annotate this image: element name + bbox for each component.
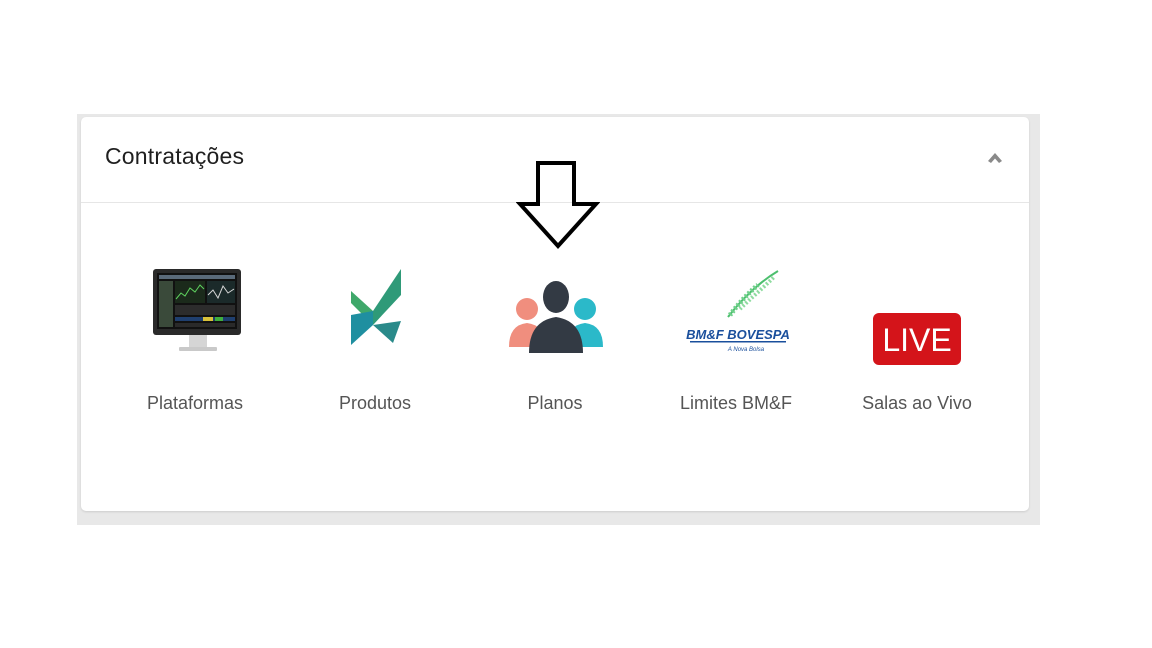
tile-label: Plataformas [146, 393, 244, 413]
tile-limites-bmf[interactable]: BM&F BOVESPA A Nova Bolsa Limites BM&F [646, 203, 826, 433]
collapse-button[interactable] [984, 149, 1006, 167]
tile-produtos[interactable]: Produtos [285, 203, 465, 433]
tile-label: Produtos [338, 393, 412, 413]
users-group-icon [465, 255, 645, 365]
tile-label: Limites BM&F [679, 393, 793, 413]
panel-title: Contratações [105, 143, 245, 169]
trading-monitor-icon [105, 255, 285, 365]
down-arrow-icon [516, 161, 600, 249]
tile-label: Planos [527, 393, 583, 413]
bmf-bovespa-logo-icon: BM&F BOVESPA A Nova Bolsa [646, 255, 826, 365]
bmf-logo-text: BM&F BOVESPA [686, 327, 790, 342]
tile-label: Salas ao Vivo [862, 393, 972, 413]
bmf-logo-subtext: A Nova Bolsa [727, 347, 765, 353]
live-badge-icon: LIVE [827, 255, 1007, 365]
tile-salas-ao-vivo[interactable]: LIVE Salas ao Vivo [827, 203, 1007, 433]
tile-plataformas[interactable]: Plataformas [105, 203, 285, 433]
live-badge-text: LIVE [882, 322, 951, 358]
chevron-up-icon [988, 153, 1002, 163]
produtos-logo-icon [285, 255, 465, 365]
